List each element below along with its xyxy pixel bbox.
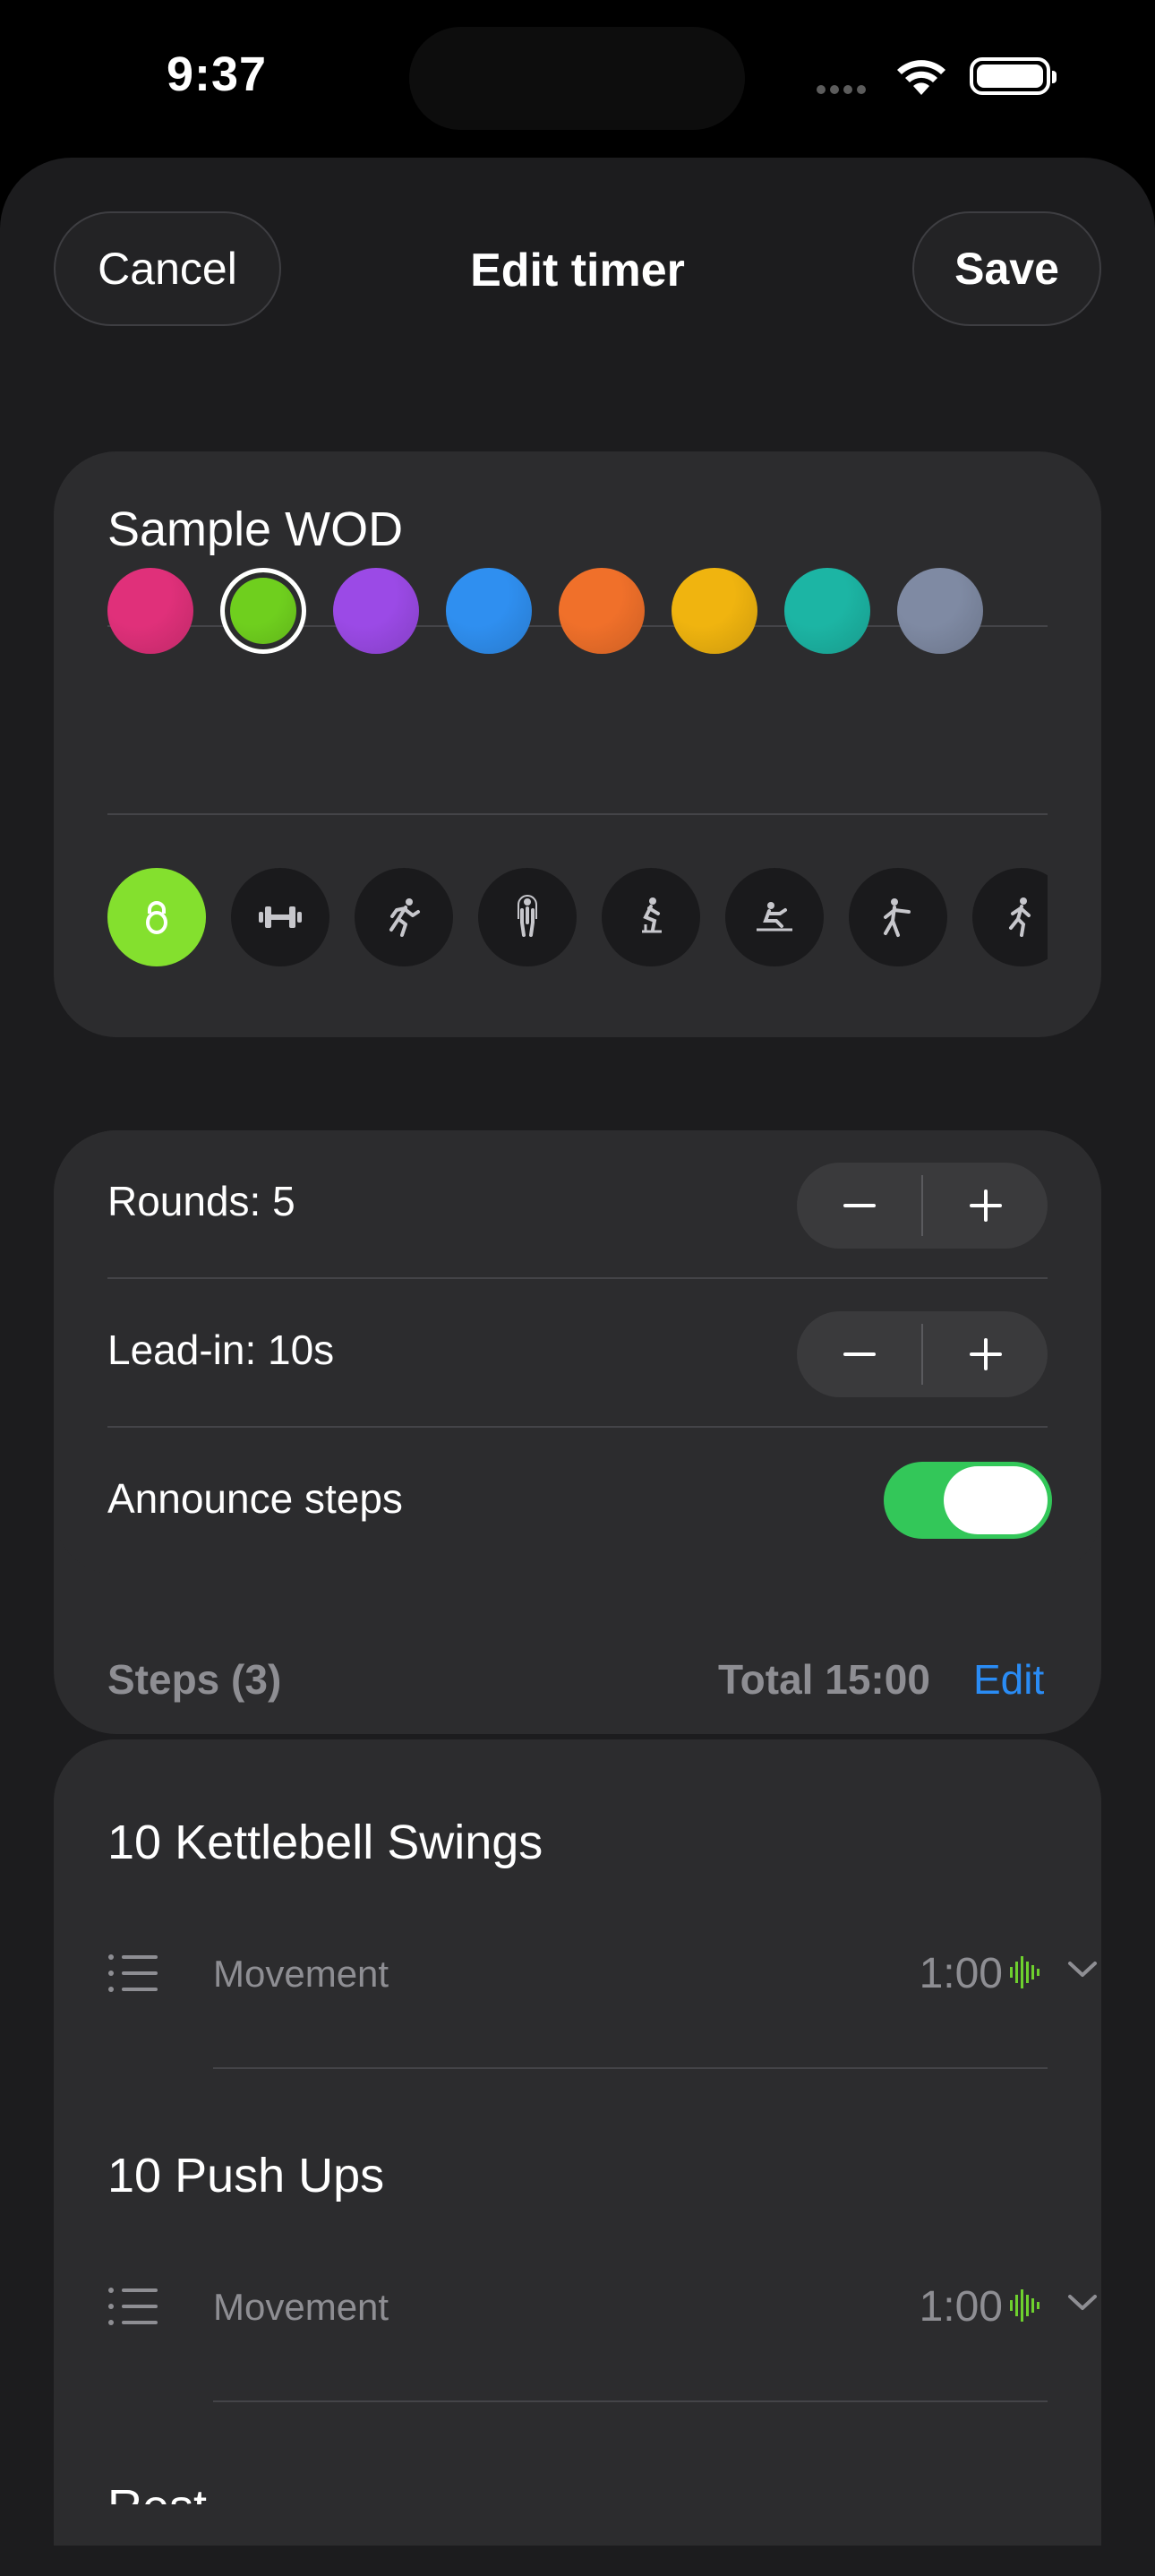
running-icon <box>389 898 420 937</box>
jump-rope-option[interactable] <box>478 868 577 966</box>
steps-edit-button[interactable]: Edit <box>973 1655 1044 1704</box>
announce-steps-toggle[interactable] <box>884 1462 1052 1539</box>
leadin-decrement-button[interactable] <box>797 1311 921 1397</box>
divider <box>107 1277 1048 1279</box>
status-time: 9:37 <box>167 47 268 101</box>
step-duration[interactable]: 1:00 <box>920 2282 1003 2331</box>
step-title[interactable]: Rest <box>107 2479 207 2504</box>
rounds-increment-button[interactable] <box>923 1163 1048 1249</box>
step-title[interactable]: 10 Kettlebell Swings <box>107 1815 543 1870</box>
color-swatch-purple[interactable] <box>333 568 419 654</box>
timer-settings-card: Rounds: 5 Lead-in: 10s Announce steps <box>54 1130 1101 1575</box>
rounds-decrement-button[interactable] <box>797 1163 921 1249</box>
color-swatch-yellow[interactable] <box>672 568 757 654</box>
plus-icon <box>969 1338 1002 1370</box>
divider <box>107 1426 1048 1428</box>
step-duration[interactable]: 1:00 <box>920 1949 1003 1998</box>
cycling-option[interactable] <box>602 868 700 966</box>
boxing-option[interactable] <box>849 868 947 966</box>
wifi-icon <box>894 56 949 101</box>
announce-steps-label: Announce steps <box>107 1475 403 1522</box>
chevron-down-icon[interactable] <box>1067 2293 1098 2313</box>
running-option[interactable] <box>355 868 453 966</box>
divider <box>213 2067 1048 2069</box>
step-type-label[interactable]: Movement <box>213 2286 389 2329</box>
cycling-icon <box>642 897 662 933</box>
color-swatch-pink[interactable] <box>107 568 193 654</box>
color-swatch-gray[interactable] <box>897 568 983 654</box>
timer-appearance-card: Sample WOD <box>54 451 1101 1037</box>
waveform-icon <box>1010 1956 1040 1988</box>
leadin-increment-button[interactable] <box>923 1311 1048 1397</box>
color-swatch-green[interactable] <box>220 568 306 654</box>
step-type-label[interactable]: Movement <box>213 1953 389 1996</box>
kettlebell-option[interactable] <box>107 868 206 966</box>
minus-icon <box>843 1352 876 1356</box>
dynamic-island <box>409 27 745 130</box>
plus-icon <box>969 1189 1002 1222</box>
leadin-stepper[interactable] <box>797 1311 1048 1397</box>
dumbbell-option[interactable] <box>231 868 329 966</box>
color-swatch-blue[interactable] <box>446 568 532 654</box>
dumbbell-icon <box>259 906 302 928</box>
step-title[interactable]: 10 Push Ups <box>107 2148 384 2203</box>
cellular-signal-icon <box>817 82 870 99</box>
save-button[interactable]: Save <box>912 211 1101 326</box>
steps-total-label: Total 15:00 <box>718 1656 930 1703</box>
waveform-icon <box>1010 2289 1040 2322</box>
rowing-icon <box>757 902 792 932</box>
color-swatch-teal[interactable] <box>784 568 870 654</box>
toggle-knob <box>944 1466 1048 1534</box>
steps-list: 10 Kettlebell Swings Movement 1:00 10 Pu… <box>54 1739 1101 2504</box>
list-icon[interactable] <box>107 2286 159 2327</box>
step-meta-row: Movement 1:00 <box>107 1947 1101 2010</box>
divider <box>107 813 1048 815</box>
boxing-icon <box>884 898 911 937</box>
minus-icon <box>843 1204 876 1207</box>
climbing-option[interactable] <box>972 868 1048 966</box>
rounds-label: Rounds: 5 <box>107 1178 295 1224</box>
icon-picker-row[interactable] <box>107 868 1048 968</box>
rowing-option[interactable] <box>725 868 824 966</box>
step-meta-row: Movement 1:00 <box>107 2280 1101 2343</box>
list-icon[interactable] <box>107 1953 159 1994</box>
leadin-label: Lead-in: 10s <box>107 1327 335 1373</box>
color-swatch-orange[interactable] <box>559 568 645 654</box>
timer-name-field[interactable]: Sample WOD <box>107 502 403 557</box>
chevron-down-icon[interactable] <box>1067 1960 1098 1979</box>
status-bar: 9:37 <box>0 0 1155 152</box>
steps-count-label: Steps (3) <box>107 1656 282 1703</box>
kettlebell-icon <box>146 901 167 934</box>
nav-bar: Cancel Edit timer Save <box>0 158 1155 391</box>
jump-rope-icon <box>518 895 537 937</box>
battery-icon <box>970 57 1057 95</box>
divider <box>213 2400 1048 2402</box>
rounds-stepper[interactable] <box>797 1163 1048 1249</box>
climbing-icon <box>1009 897 1031 937</box>
